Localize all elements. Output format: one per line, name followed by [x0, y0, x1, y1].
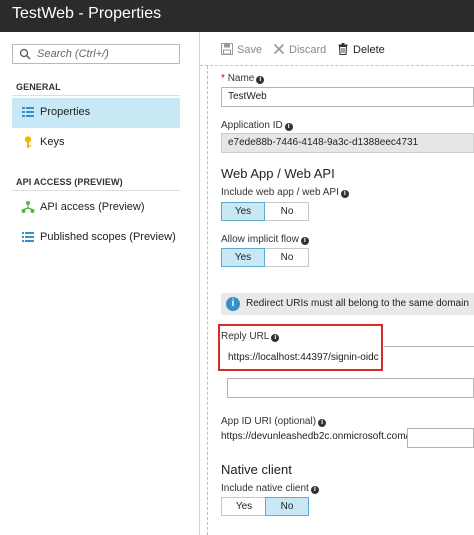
include-native-toggle: Yes No: [221, 497, 309, 516]
sidebar-item-keys[interactable]: Keys: [12, 128, 180, 158]
general-heading: GENERAL: [16, 82, 61, 92]
discard-button[interactable]: Discard: [273, 43, 326, 56]
key-icon: [24, 136, 32, 148]
info-icon: i: [310, 486, 319, 494]
implicit-flow-toggle: Yes No: [221, 248, 309, 267]
native-client-heading: Native client: [221, 462, 292, 477]
include-webapp-yes[interactable]: Yes: [221, 202, 265, 221]
reply-url-label-text: Reply URL: [221, 331, 270, 342]
discard-label: Discard: [289, 44, 327, 56]
api-access-heading: API ACCESS (PREVIEW): [16, 177, 123, 187]
save-button[interactable]: Save: [221, 43, 262, 56]
sidebar-item-label: API access (Preview): [40, 201, 145, 213]
trash-icon: [338, 43, 348, 55]
app-id-uri-label-text: App ID URI (optional): [221, 416, 317, 427]
window-title: TestWeb - Properties: [12, 5, 162, 22]
command-bar: Save Discard Delete: [200, 32, 474, 66]
search-icon: [19, 48, 31, 60]
app-id-uri-prefix: https://devunleashedb2c.onmicrosoft.com/: [221, 431, 409, 442]
implicit-flow-yes[interactable]: Yes: [221, 248, 265, 267]
app-id-field[interactable]: e7ede88b-7446-4148-9a3c-d1388eec4731: [221, 133, 474, 153]
delete-button[interactable]: Delete: [337, 43, 385, 56]
save-icon: [221, 43, 233, 55]
search-placeholder: Search (Ctrl+/): [37, 48, 109, 60]
sidebar-item-published-scopes[interactable]: Published scopes (Preview): [12, 223, 180, 253]
properties-icon: [22, 107, 34, 117]
include-webapp-toggle: Yes No: [221, 202, 309, 221]
name-label-text: Name: [227, 73, 255, 84]
include-native-no[interactable]: No: [265, 497, 309, 516]
delete-label: Delete: [353, 44, 385, 56]
general-divider: [12, 95, 180, 96]
api-divider: [12, 190, 180, 191]
implicit-flow-label-text: Allow implicit flow: [221, 234, 299, 245]
implicit-flow-label: Allow implicit flow i: [221, 234, 309, 245]
title-bar: TestWeb - Properties: [0, 0, 474, 32]
include-webapp-label: Include web app / web API i: [221, 187, 349, 198]
include-webapp-label-text: Include web app / web API: [221, 187, 339, 198]
api-access-icon: [21, 201, 35, 213]
sidebar-item-label: Properties: [40, 106, 91, 118]
panel-edge: [207, 66, 208, 535]
reply-url-new-field[interactable]: [227, 378, 474, 398]
info-icon: i: [318, 419, 327, 427]
include-native-label-text: Include native client: [221, 483, 309, 494]
app-id-label: Application ID i: [221, 120, 293, 131]
info-icon: i: [284, 123, 293, 131]
app-id-label-text: Application ID: [221, 120, 283, 131]
sidebar: Search (Ctrl+/) GENERAL Properties Keys …: [0, 32, 200, 535]
name-label: * Name i: [221, 73, 265, 84]
include-webapp-no[interactable]: No: [265, 203, 309, 220]
include-native-yes[interactable]: Yes: [222, 498, 266, 515]
info-icon: i: [340, 190, 349, 198]
redirect-notice: Redirect URIs must all belong to the sam…: [246, 298, 469, 309]
reply-url-field[interactable]: https://localhost:44397/signin-oidc: [228, 352, 379, 363]
sidebar-item-label: Published scopes (Preview): [40, 231, 176, 243]
save-label: Save: [237, 44, 263, 56]
implicit-flow-no[interactable]: No: [265, 249, 309, 266]
app-id-uri-field[interactable]: [407, 428, 474, 448]
info-icon: i: [256, 76, 265, 84]
webapp-heading: Web App / Web API: [221, 166, 335, 181]
redirect-info-bar: i Redirect URIs must all belong to the s…: [221, 293, 474, 315]
reply-url-label: Reply URL i: [221, 331, 280, 342]
info-circle-icon: i: [226, 297, 240, 311]
sidebar-item-label: Keys: [40, 136, 65, 148]
sidebar-item-api-access[interactable]: API access (Preview): [12, 193, 180, 223]
info-icon: i: [300, 237, 309, 245]
info-icon: i: [271, 334, 280, 342]
search-input[interactable]: Search (Ctrl+/): [12, 44, 180, 64]
name-field[interactable]: TestWeb: [221, 87, 474, 107]
app-id-uri-label: App ID URI (optional) i: [221, 416, 327, 427]
sidebar-item-properties[interactable]: Properties: [12, 98, 180, 128]
close-icon: [273, 43, 285, 55]
scopes-list-icon: [22, 232, 34, 242]
include-native-label: Include native client i: [221, 483, 319, 494]
reply-url-field-edge: [384, 346, 474, 347]
